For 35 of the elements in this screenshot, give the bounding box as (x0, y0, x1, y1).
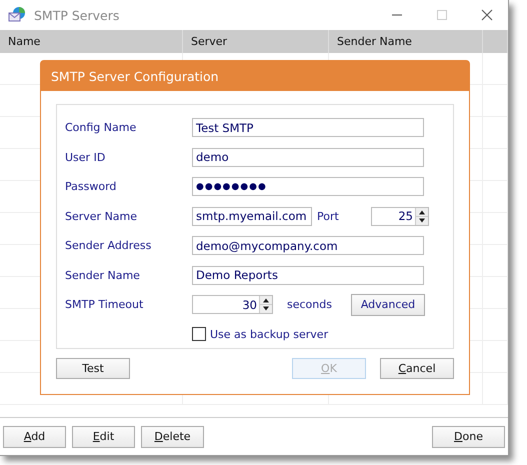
advanced-button[interactable]: Advanced (351, 294, 425, 316)
dialog-title: SMTP Server Configuration (51, 68, 219, 84)
field-label: Sender Name (65, 268, 141, 282)
field-label: Port (316, 210, 340, 223)
field-label: User ID (65, 150, 106, 164)
dialog-button[interactable]: Test (56, 358, 130, 379)
column-header[interactable]: Server (183, 30, 329, 53)
spin-arrows-icon[interactable] (415, 208, 428, 225)
input-field[interactable]: smtp.myemail.com (192, 206, 312, 226)
input-field[interactable]: demo (192, 148, 424, 167)
dialog-button[interactable]: Cancel (380, 358, 454, 379)
spin-arrows-icon[interactable] (259, 296, 272, 314)
input-field[interactable]: Test SMTP (192, 118, 424, 138)
dialog-button[interactable]: Done (432, 426, 505, 448)
column-header[interactable]: Sender Name (329, 30, 483, 53)
input-field[interactable]: demo@mycompany.com (192, 236, 424, 256)
close-icon[interactable] (481, 9, 493, 21)
field-label: Sender Address (65, 239, 152, 252)
window-title: SMTP Servers (34, 8, 120, 22)
password-field[interactable]: ●●●●●●●● (192, 177, 424, 196)
checkbox[interactable] (192, 327, 206, 342)
field-label: Password (65, 180, 118, 194)
spin-field[interactable]: 30 (192, 295, 273, 314)
unit-label: seconds (287, 298, 333, 312)
spin-field[interactable]: 25 (371, 206, 429, 226)
field-label: Config Name (65, 121, 138, 134)
column-header[interactable]: Name (0, 30, 183, 53)
dialog-button[interactable]: Add (3, 426, 66, 448)
dialog-button[interactable]: Delete (141, 426, 204, 448)
input-field[interactable]: Demo Reports (192, 266, 424, 285)
field-label: SMTP Timeout (65, 298, 144, 312)
checkbox-label[interactable]: Use as backup server (210, 328, 328, 341)
field-label: Server Name (65, 210, 138, 223)
dialog-button[interactable]: Edit (72, 426, 135, 448)
envelope-icon (8, 7, 26, 23)
